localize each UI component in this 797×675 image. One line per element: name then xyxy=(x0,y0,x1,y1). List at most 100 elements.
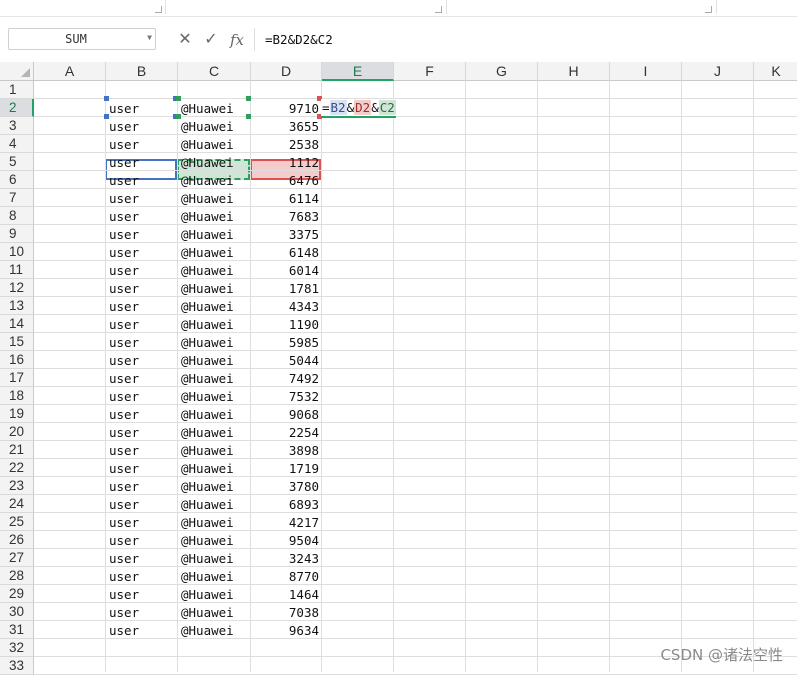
row-header[interactable]: 31 xyxy=(0,621,34,639)
range-handle[interactable] xyxy=(176,114,181,119)
row-header[interactable]: 18 xyxy=(0,387,34,405)
cell-d21[interactable]: 3898 xyxy=(251,441,322,459)
row-header[interactable]: 23 xyxy=(0,477,34,495)
cell-b10[interactable]: user xyxy=(106,243,178,261)
cell-c16[interactable]: @Huawei xyxy=(178,351,251,369)
cell-c5[interactable]: @Huawei xyxy=(178,153,251,171)
cell-c27[interactable]: @Huawei xyxy=(178,549,251,567)
column-header-c[interactable]: C xyxy=(178,62,251,81)
row-header[interactable]: 17 xyxy=(0,369,34,387)
cell-c28[interactable]: @Huawei xyxy=(178,567,251,585)
check-icon[interactable]: ✓ xyxy=(200,28,222,52)
cell-b30[interactable]: user xyxy=(106,603,178,621)
cell-c25[interactable]: @Huawei xyxy=(178,513,251,531)
cell-b29[interactable]: user xyxy=(106,585,178,603)
cell-d28[interactable]: 8770 xyxy=(251,567,322,585)
fx-icon[interactable]: fx xyxy=(226,28,248,52)
range-handle[interactable] xyxy=(246,114,251,119)
cell-b19[interactable]: user xyxy=(106,405,178,423)
cell-c26[interactable]: @Huawei xyxy=(178,531,251,549)
cell-d16[interactable]: 5044 xyxy=(251,351,322,369)
name-box[interactable]: SUM ▼ xyxy=(8,28,156,50)
row-header[interactable]: 25 xyxy=(0,513,34,531)
cell-b31[interactable]: user xyxy=(106,621,178,639)
cell-d9[interactable]: 3375 xyxy=(251,225,322,243)
cell-c3[interactable]: @Huawei xyxy=(178,117,251,135)
cell-d15[interactable]: 5985 xyxy=(251,333,322,351)
range-handle[interactable] xyxy=(104,114,109,119)
cell-d4[interactable]: 2538 xyxy=(251,135,322,153)
cell-d25[interactable]: 4217 xyxy=(251,513,322,531)
cell-d31[interactable]: 9634 xyxy=(251,621,322,639)
row-header[interactable]: 7 xyxy=(0,189,34,207)
row-header[interactable]: 11 xyxy=(0,261,34,279)
cell-editor-e2[interactable]: =B2&D2&C2 xyxy=(321,99,396,118)
cell-c17[interactable]: @Huawei xyxy=(178,369,251,387)
cell-c9[interactable]: @Huawei xyxy=(178,225,251,243)
cell-c23[interactable]: @Huawei xyxy=(178,477,251,495)
cell-d19[interactable]: 9068 xyxy=(251,405,322,423)
cell-b21[interactable]: user xyxy=(106,441,178,459)
row-header[interactable]: 28 xyxy=(0,567,34,585)
cell-d13[interactable]: 4343 xyxy=(251,297,322,315)
cell-b25[interactable]: user xyxy=(106,513,178,531)
cell-c15[interactable]: @Huawei xyxy=(178,333,251,351)
column-header-f[interactable]: F xyxy=(394,62,466,81)
cell-d30[interactable]: 7038 xyxy=(251,603,322,621)
range-handle[interactable] xyxy=(246,96,251,101)
row-header[interactable]: 16 xyxy=(0,351,34,369)
select-all-corner[interactable] xyxy=(0,62,34,81)
row-header[interactable]: 4 xyxy=(0,135,34,153)
row-header[interactable]: 32 xyxy=(0,639,34,657)
cell-d8[interactable]: 7683 xyxy=(251,207,322,225)
row-header[interactable]: 1 xyxy=(0,81,34,99)
row-header[interactable]: 27 xyxy=(0,549,34,567)
cell-b13[interactable]: user xyxy=(106,297,178,315)
cell-c13[interactable]: @Huawei xyxy=(178,297,251,315)
column-header-j[interactable]: J xyxy=(682,62,754,81)
cell-d23[interactable]: 3780 xyxy=(251,477,322,495)
cell-b23[interactable]: user xyxy=(106,477,178,495)
cell-b20[interactable]: user xyxy=(106,423,178,441)
cell-d18[interactable]: 7532 xyxy=(251,387,322,405)
column-header-a[interactable]: A xyxy=(34,62,106,81)
cell-b9[interactable]: user xyxy=(106,225,178,243)
cell-c6[interactable]: @Huawei xyxy=(178,171,251,189)
row-header[interactable]: 10 xyxy=(0,243,34,261)
row-header[interactable]: 14 xyxy=(0,315,34,333)
column-header-d[interactable]: D xyxy=(251,62,322,81)
cell-d26[interactable]: 9504 xyxy=(251,531,322,549)
cell-c30[interactable]: @Huawei xyxy=(178,603,251,621)
column-header-h[interactable]: H xyxy=(538,62,610,81)
cell-b22[interactable]: user xyxy=(106,459,178,477)
cell-b18[interactable]: user xyxy=(106,387,178,405)
cell-c29[interactable]: @Huawei xyxy=(178,585,251,603)
cell-b27[interactable]: user xyxy=(106,549,178,567)
cell-d22[interactable]: 1719 xyxy=(251,459,322,477)
row-header[interactable]: 29 xyxy=(0,585,34,603)
row-header[interactable]: 13 xyxy=(0,297,34,315)
cell-c24[interactable]: @Huawei xyxy=(178,495,251,513)
cell-d6[interactable]: 6476 xyxy=(251,171,322,189)
range-handle[interactable] xyxy=(104,96,109,101)
cell-d5[interactable]: 1112 xyxy=(251,153,322,171)
row-header[interactable]: 6 xyxy=(0,171,34,189)
row-header[interactable]: 26 xyxy=(0,531,34,549)
cell-b12[interactable]: user xyxy=(106,279,178,297)
cell-b11[interactable]: user xyxy=(106,261,178,279)
cell-c8[interactable]: @Huawei xyxy=(178,207,251,225)
row-header[interactable]: 8 xyxy=(0,207,34,225)
chevron-down-icon[interactable]: ▼ xyxy=(147,33,152,42)
cell-d20[interactable]: 2254 xyxy=(251,423,322,441)
cell-d29[interactable]: 1464 xyxy=(251,585,322,603)
row-header[interactable]: 2 xyxy=(0,99,34,117)
cell-c4[interactable]: @Huawei xyxy=(178,135,251,153)
row-header[interactable]: 15 xyxy=(0,333,34,351)
cell-c14[interactable]: @Huawei xyxy=(178,315,251,333)
column-header-k[interactable]: K xyxy=(754,62,797,81)
close-icon[interactable]: ✕ xyxy=(174,28,196,52)
row-header[interactable]: 19 xyxy=(0,405,34,423)
cell-c19[interactable]: @Huawei xyxy=(178,405,251,423)
column-header-g[interactable]: G xyxy=(466,62,538,81)
cell-d11[interactable]: 6014 xyxy=(251,261,322,279)
